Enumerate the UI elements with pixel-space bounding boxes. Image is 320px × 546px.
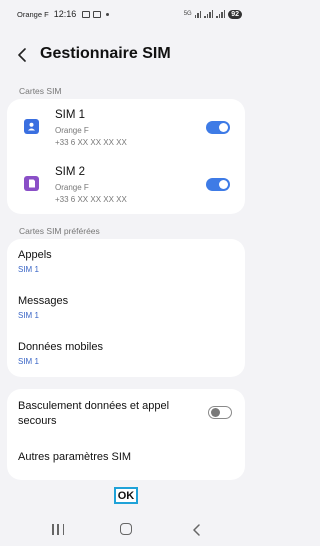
pref-messages-value: SIM 1	[18, 311, 39, 320]
more-sim-settings-row[interactable]: Autres paramètres SIM	[7, 437, 245, 477]
sim-row-1[interactable]: SIM 1 Orange F +33 6 XX XX XX XX	[7, 101, 245, 157]
fallback-label: Basculement données et appel secours	[18, 400, 170, 427]
page-title: Gestionnaire SIM	[40, 45, 171, 62]
sim1-name: SIM 1	[55, 109, 86, 121]
notification-dot-icon	[106, 12, 110, 16]
clock: 12:16	[53, 9, 77, 19]
signal-sim1-icon	[204, 10, 214, 18]
carrier-label: Orange F	[17, 9, 49, 19]
navigation-bar	[0, 516, 252, 546]
sim-cards-card: SIM 1 Orange F +33 6 XX XX XX XX SIM 2 O…	[7, 99, 245, 214]
pref-calls-title: Appels	[18, 249, 52, 261]
ok-button[interactable]: OK	[114, 487, 138, 504]
sim1-operator: Orange F	[55, 126, 89, 135]
nav-back-icon[interactable]	[192, 523, 202, 536]
home-icon[interactable]	[120, 523, 132, 535]
network-type-label: 5G	[183, 11, 192, 17]
sim2-number: +33 6 XX XX XX XX	[55, 195, 127, 204]
status-bar: Orange F 12:16 5G 92	[0, 0, 252, 28]
preferred-card: Appels SIM 1 Messages SIM 1 Données mobi…	[7, 239, 245, 377]
recent-apps-icon[interactable]	[52, 524, 64, 535]
wifi-icon	[194, 10, 202, 18]
sim-row-2[interactable]: SIM 2 Orange F +33 6 XX XX XX XX	[7, 158, 245, 214]
pref-data-title: Données mobiles	[18, 341, 103, 353]
more-sim-settings-label: Autres paramètres SIM	[18, 451, 132, 463]
pref-messages-title: Messages	[18, 295, 69, 307]
section-label-sim-cards: Cartes SIM	[19, 86, 62, 96]
other-settings-card: Basculement données et appel secours Aut…	[7, 389, 245, 480]
sim2-operator: Orange F	[55, 183, 89, 192]
battery-indicator: 92	[228, 9, 242, 19]
sim2-name: SIM 2	[55, 166, 86, 178]
pref-item-messages[interactable]: Messages SIM 1	[7, 285, 245, 331]
back-button[interactable]	[17, 46, 29, 64]
sim1-toggle[interactable]	[206, 121, 230, 134]
grid-icon	[93, 10, 102, 18]
sim1-contact-icon	[24, 119, 39, 134]
screenshot-icon	[82, 10, 91, 18]
pref-data-value: SIM 1	[18, 357, 39, 366]
section-label-preferred: Cartes SIM préférées	[19, 226, 100, 236]
pref-item-calls[interactable]: Appels SIM 1	[7, 239, 245, 285]
pref-calls-value: SIM 1	[18, 265, 39, 274]
signal-sim2-icon	[216, 10, 226, 18]
status-icons: 5G 92	[183, 9, 242, 19]
header: Gestionnaire SIM	[0, 44, 252, 66]
sim2-chip-icon	[24, 176, 39, 191]
fallback-toggle[interactable]	[208, 406, 232, 419]
pref-item-mobile-data[interactable]: Données mobiles SIM 1	[7, 331, 245, 377]
fallback-row[interactable]: Basculement données et appel secours	[7, 389, 245, 437]
sim2-toggle[interactable]	[206, 178, 230, 191]
chevron-left-icon	[18, 48, 26, 62]
sim1-number: +33 6 XX XX XX XX	[55, 138, 127, 147]
